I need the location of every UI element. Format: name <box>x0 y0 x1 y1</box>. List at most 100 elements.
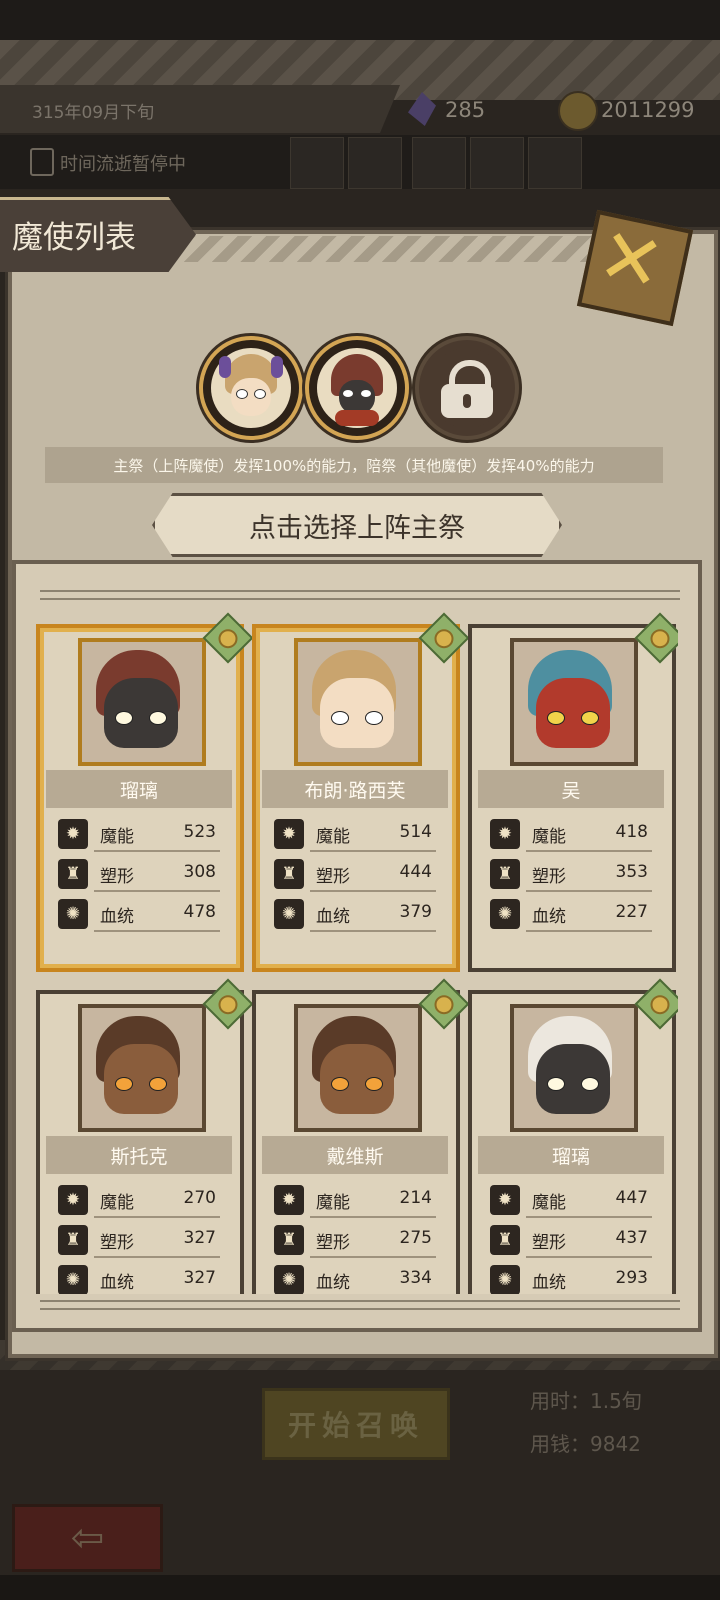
demon-card-grid[interactable]: 瑠璃 ✹ 魔能 523 ♜ 塑形 308 ✺ 血统 478 布朗·路西芙 ✹ 魔… <box>28 610 678 1294</box>
shape-icon: ♜ <box>274 1225 304 1255</box>
stat-label: 塑形 <box>532 1233 566 1253</box>
stat-label: 魔能 <box>532 1193 566 1213</box>
demon-portrait <box>294 638 422 766</box>
time-slot <box>528 137 582 189</box>
stat-value: 275 <box>399 1228 432 1248</box>
magnify-badge-icon[interactable] <box>634 612 678 664</box>
bottom-bar <box>0 1575 720 1600</box>
stat-row: ✺ 血统 327 <box>54 1264 226 1294</box>
stat-value: 227 <box>615 902 648 922</box>
blood-icon: ✺ <box>58 1265 88 1294</box>
stat-row: ✹ 魔能 214 <box>270 1184 442 1218</box>
mana-icon: ✹ <box>274 819 304 849</box>
stat-row: ♜ 塑形 275 <box>270 1224 442 1258</box>
priest-slot-1[interactable] <box>199 336 303 440</box>
blood-icon: ✺ <box>274 899 304 929</box>
magnify-badge-icon[interactable] <box>202 612 254 664</box>
stat-value: 444 <box>399 862 432 882</box>
stat-label: 血统 <box>532 1273 566 1293</box>
mana-icon: ✹ <box>58 819 88 849</box>
demon-card[interactable]: 斯托克 ✹ 魔能 270 ♜ 塑形 327 ✺ 血统 327 <box>36 978 254 1294</box>
face <box>104 1044 178 1114</box>
stat-row: ♜ 塑形 353 <box>486 858 658 892</box>
face <box>536 678 610 748</box>
date-label: 315年09月下旬 <box>32 103 155 123</box>
demon-portrait <box>510 1004 638 1132</box>
stat-row: ✺ 血统 227 <box>486 898 658 932</box>
magnify-badge-icon[interactable] <box>634 978 678 1030</box>
select-priest-banner: 点击选择上阵主祭 <box>152 493 562 557</box>
face <box>320 678 394 748</box>
crystal-count: 285 <box>445 98 486 122</box>
magnify-badge-icon[interactable] <box>418 978 470 1030</box>
stat-value: 293 <box>615 1268 648 1288</box>
stat-row: ✺ 血统 293 <box>486 1264 658 1294</box>
blood-icon: ✺ <box>490 1265 520 1294</box>
priest-hint: 主祭（上阵魔使）发挥100%的能力，陪祭（其他魔使）发挥40%的能力 <box>45 447 663 483</box>
demon-name: 布朗·路西芙 <box>262 770 448 808</box>
blood-icon: ✺ <box>58 899 88 929</box>
stat-value: 308 <box>183 862 216 882</box>
mana-icon: ✹ <box>58 1185 88 1215</box>
scroll-divider <box>40 1300 680 1310</box>
stat-label: 血统 <box>100 1273 134 1293</box>
close-icon[interactable]: ✕ <box>578 207 685 314</box>
stat-label: 塑形 <box>532 867 566 887</box>
red-hair-girl-portrait <box>317 348 397 428</box>
stat-value: 437 <box>615 1228 648 1248</box>
pause-icon[interactable] <box>30 148 54 176</box>
stat-value: 214 <box>399 1188 432 1208</box>
shape-icon: ♜ <box>490 1225 520 1255</box>
magnify-badge-icon[interactable] <box>202 978 254 1030</box>
stat-label: 魔能 <box>532 827 566 847</box>
stat-row: ✹ 魔能 270 <box>54 1184 226 1218</box>
demon-card[interactable]: 吴 ✹ 魔能 418 ♜ 塑形 353 ✺ 血统 227 <box>468 612 678 972</box>
demon-card[interactable]: 布朗·路西芙 ✹ 魔能 514 ♜ 塑形 444 ✺ 血统 379 <box>252 612 470 972</box>
priest-slot-2[interactable] <box>305 336 409 440</box>
stat-value: 327 <box>183 1268 216 1288</box>
demon-card[interactable]: 戴维斯 ✹ 魔能 214 ♜ 塑形 275 ✺ 血统 334 <box>252 978 470 1294</box>
time-slot <box>470 137 524 189</box>
stat-label: 塑形 <box>100 1233 134 1253</box>
priest-slot-3-locked[interactable] <box>415 336 519 440</box>
blood-icon: ✺ <box>274 1265 304 1294</box>
padlock-icon <box>427 348 507 428</box>
demon-card[interactable]: 瑠璃 ✹ 魔能 523 ♜ 塑形 308 ✺ 血统 478 <box>36 612 254 972</box>
shape-icon: ♜ <box>274 859 304 889</box>
magnify-badge-icon[interactable] <box>418 612 470 664</box>
time-slot <box>412 137 466 189</box>
stat-label: 魔能 <box>316 1193 350 1213</box>
stat-label: 塑形 <box>100 867 134 887</box>
time-slot <box>290 137 344 189</box>
mana-icon: ✹ <box>490 819 520 849</box>
stat-label: 血统 <box>532 907 566 927</box>
time-cost: 用时：1.5旬 <box>530 1389 642 1413</box>
stat-label: 魔能 <box>316 827 350 847</box>
stat-row: ♜ 塑形 437 <box>486 1224 658 1258</box>
stat-value: 514 <box>399 822 432 842</box>
face <box>104 678 178 748</box>
stat-value: 327 <box>183 1228 216 1248</box>
stat-row: ✹ 魔能 418 <box>486 818 658 852</box>
demon-portrait <box>294 1004 422 1132</box>
demon-name: 戴维斯 <box>262 1136 448 1174</box>
stat-row: ✹ 魔能 447 <box>486 1184 658 1218</box>
shape-icon: ♜ <box>58 1225 88 1255</box>
horned-girl-portrait <box>211 348 291 428</box>
stat-row: ✺ 血统 379 <box>270 898 442 932</box>
stat-value: 447 <box>615 1188 648 1208</box>
start-summon-button[interactable]: 开始召唤 <box>262 1388 450 1460</box>
mana-icon: ✹ <box>490 1185 520 1215</box>
stat-label: 血统 <box>316 907 350 927</box>
stat-row: ♜ 塑形 308 <box>54 858 226 892</box>
stat-value: 478 <box>183 902 216 922</box>
demon-name: 吴 <box>478 770 664 808</box>
demon-name: 斯托克 <box>46 1136 232 1174</box>
stat-row: ✺ 血统 478 <box>54 898 226 932</box>
demon-name: 瑠璃 <box>46 770 232 808</box>
pause-status: 时间流逝暂停中 <box>60 154 186 175</box>
mana-icon: ✹ <box>274 1185 304 1215</box>
stat-value: 334 <box>399 1268 432 1288</box>
demon-card[interactable]: 瑠璃 ✹ 魔能 447 ♜ 塑形 437 ✺ 血统 293 <box>468 978 678 1294</box>
back-button[interactable]: ⇦ <box>12 1504 163 1572</box>
